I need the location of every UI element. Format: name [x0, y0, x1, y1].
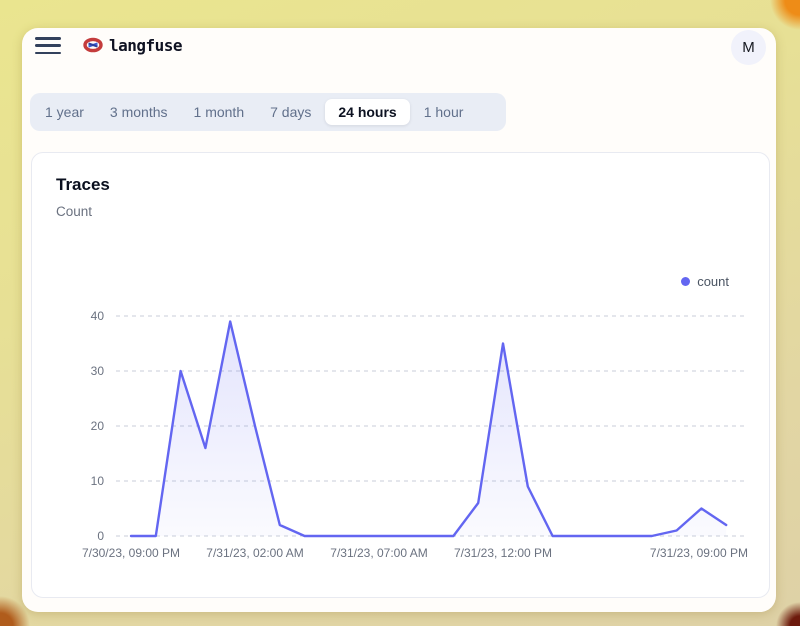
y-axis-tick-label: 10	[91, 474, 105, 488]
decorative-gradient-frame: langfuse M 1 year 3 months 1 month 7 day…	[0, 0, 800, 626]
app-window: langfuse M 1 year 3 months 1 month 7 day…	[22, 28, 776, 612]
x-axis-tick-label: 7/31/23, 07:00 AM	[330, 546, 427, 560]
x-axis-tick-label: 7/31/23, 12:00 PM	[454, 546, 552, 560]
x-axis-tick-label: 7/31/23, 02:00 AM	[206, 546, 303, 560]
y-axis-tick-label: 20	[91, 419, 105, 433]
tab-1-hour[interactable]: 1 hour	[424, 104, 464, 120]
x-axis-tick-label: 7/31/23, 09:00 PM	[650, 546, 748, 560]
top-navigation-bar: langfuse M	[22, 28, 776, 84]
langfuse-knot-logo-icon	[83, 35, 103, 55]
user-avatar[interactable]: M	[731, 30, 766, 65]
tab-1-month[interactable]: 1 month	[194, 104, 245, 120]
brand-title: langfuse	[109, 36, 182, 55]
tab-24-hours[interactable]: 24 hours	[325, 99, 409, 125]
traces-area-chart[interactable]: 0 10 20 30 40 7/30/23, 09:00 PM 7/31/23, 02:00…	[32, 153, 771, 599]
traces-chart-card: Traces Count count 0102030407/30/23, 09:…	[31, 152, 770, 598]
time-range-tab-bar: 1 year 3 months 1 month 7 days 24 hours …	[30, 93, 506, 131]
tab-1-year[interactable]: 1 year	[45, 104, 84, 120]
y-axis-tick-label: 0	[97, 529, 104, 543]
hamburger-menu-icon[interactable]	[35, 37, 61, 54]
y-axis-tick-label: 40	[91, 309, 105, 323]
count-series-area	[131, 322, 726, 537]
y-axis-tick-label: 30	[91, 364, 105, 378]
tab-3-months[interactable]: 3 months	[110, 104, 168, 120]
tab-7-days[interactable]: 7 days	[270, 104, 311, 120]
x-axis-tick-label: 7/30/23, 09:00 PM	[82, 546, 180, 560]
